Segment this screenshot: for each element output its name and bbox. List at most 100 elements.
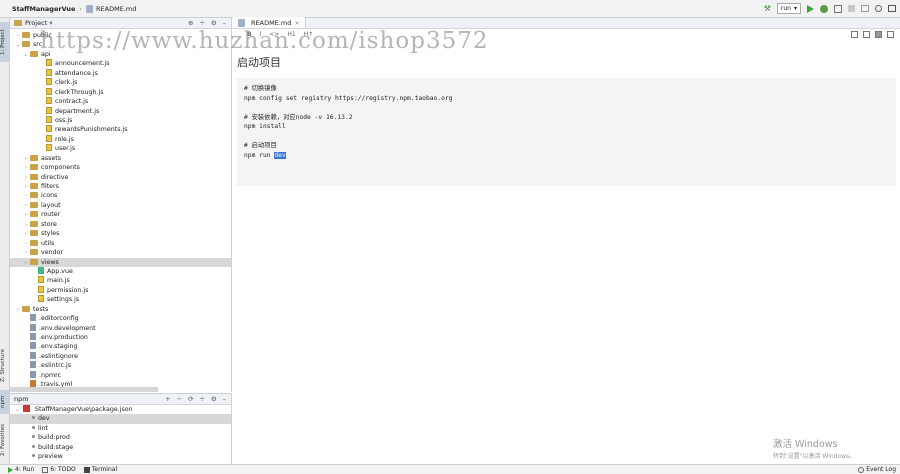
run-config-label: run xyxy=(780,5,791,12)
tree-file-row[interactable]: .env.staging xyxy=(10,342,231,351)
collapse-icon[interactable]: ÷ xyxy=(199,19,204,27)
tree-item-label: announcement.js xyxy=(55,60,110,68)
project-panel-title[interactable]: Project xyxy=(25,19,47,27)
tree-file-row[interactable]: user.js xyxy=(10,144,231,153)
run-tool-button[interactable]: 4: Run xyxy=(8,466,34,473)
event-log-label: Event Log xyxy=(866,466,896,473)
gear-icon[interactable]: ⚙ xyxy=(211,395,217,403)
sync-scroll-icon[interactable] xyxy=(887,31,894,38)
tree-file-row[interactable]: .eslintrc.js xyxy=(10,361,231,370)
add-icon[interactable]: + xyxy=(165,395,170,403)
breadcrumb-separator: › xyxy=(79,4,83,13)
npm-package-label: StaffManagerVue\package.json xyxy=(35,406,133,413)
locate-icon[interactable]: ⊕ xyxy=(188,19,193,27)
cfg-file-icon xyxy=(30,323,36,331)
tree-file-row[interactable]: permission.js xyxy=(10,285,231,295)
favorites-tool-tab[interactable]: 2: Favorites xyxy=(0,418,10,462)
tree-item-label: .env.development xyxy=(39,324,96,332)
script-bullet-icon xyxy=(32,425,35,429)
split-view-icon[interactable] xyxy=(863,31,870,38)
gear-icon[interactable]: ⚙ xyxy=(211,19,217,27)
tree-file-row[interactable]: oss.js xyxy=(10,115,231,125)
npm-script-row[interactable]: lint xyxy=(10,424,231,433)
breadcrumb-file[interactable]: README.md xyxy=(96,5,136,13)
tree-folder-row[interactable]: › vendor xyxy=(10,248,231,257)
tree-folder-row[interactable]: › filters xyxy=(10,182,231,191)
tree-folder-row[interactable]: › directive xyxy=(10,173,231,182)
tree-file-row[interactable]: settings.js xyxy=(10,295,231,304)
run-icon[interactable] xyxy=(807,4,814,13)
bottom-tool-bar: 4: Run 6: TODO Terminal Event Log xyxy=(0,464,900,474)
tree-file-row[interactable]: App.vue xyxy=(10,266,231,276)
structure-tool-tab[interactable]: Z: Structure xyxy=(0,342,10,390)
tree-folder-row[interactable]: › icons xyxy=(10,191,231,200)
collapse-icon[interactable]: ÷ xyxy=(199,395,204,403)
tree-folder-row[interactable]: › layout xyxy=(10,201,231,210)
npm-script-row[interactable]: build:stage xyxy=(10,443,231,452)
selected-text[interactable]: dev xyxy=(274,151,286,159)
run-configuration-select[interactable]: run ▾ xyxy=(776,3,801,14)
tree-folder-row[interactable]: › components xyxy=(10,163,231,172)
horizontal-scrollbar[interactable] xyxy=(10,387,158,392)
tree-file-row[interactable]: clerkThrough.js xyxy=(10,87,231,97)
tree-file-row[interactable]: rewardsPunishments.js xyxy=(10,125,231,134)
tree-file-row[interactable]: announcement.js xyxy=(10,59,231,68)
npm-tool-tab[interactable]: npm xyxy=(0,390,10,414)
tree-folder-row[interactable]: › store xyxy=(10,220,231,229)
tree-file-row[interactable]: main.js xyxy=(10,276,231,285)
terminal-tool-button[interactable]: Terminal xyxy=(83,466,117,473)
tree-file-row[interactable]: .editorconfig xyxy=(10,314,231,323)
project-tool-tab[interactable]: 1: Project xyxy=(0,22,10,62)
tree-item-label: router xyxy=(41,211,61,219)
event-log-button[interactable]: Event Log xyxy=(858,466,896,473)
layout-icon[interactable] xyxy=(888,5,896,12)
debug-icon[interactable] xyxy=(820,4,828,13)
chevron-down-icon[interactable]: ▾ xyxy=(49,19,52,27)
tree-file-row[interactable]: .eslintignore xyxy=(10,351,231,361)
npm-script-row[interactable]: dev xyxy=(10,414,231,424)
npm-script-row[interactable]: build:prod xyxy=(10,433,231,442)
tree-file-row[interactable]: department.js xyxy=(10,106,231,116)
hide-icon[interactable]: – xyxy=(223,19,226,27)
tree-folder-row[interactable]: › assets xyxy=(10,154,231,163)
tree-file-row[interactable]: attendance.js xyxy=(10,68,231,78)
vcs-icon[interactable] xyxy=(861,5,869,12)
refresh-icon[interactable]: ⟳ xyxy=(188,395,193,403)
minus-icon[interactable]: − xyxy=(177,395,182,403)
build-hammer-icon[interactable]: ⚒ xyxy=(764,4,771,13)
tree-item-label: .env.production xyxy=(39,334,88,341)
tree-folder-row[interactable]: › styles xyxy=(10,229,231,238)
close-icon[interactable]: × xyxy=(294,19,299,27)
stop-icon[interactable] xyxy=(848,5,855,12)
tree-folder-row[interactable]: › tests xyxy=(10,305,231,314)
search-icon[interactable] xyxy=(875,5,882,12)
tree-folder-row[interactable]: › views xyxy=(10,257,231,267)
npm-script-row[interactable]: preview xyxy=(10,452,231,461)
tree-item-label: contract.js xyxy=(55,98,89,106)
folder-icon xyxy=(30,164,38,171)
tab-readme[interactable]: README.md × xyxy=(233,17,306,28)
tree-item-label: .npmrc xyxy=(39,371,62,379)
coverage-icon[interactable] xyxy=(834,4,842,13)
tree-file-row[interactable]: role.js xyxy=(10,134,231,144)
tree-file-row[interactable]: .npmrc xyxy=(10,370,231,380)
tree-file-row[interactable]: contract.js xyxy=(10,97,231,106)
editor-only-icon[interactable] xyxy=(851,31,858,38)
hide-icon[interactable]: – xyxy=(223,395,226,403)
tree-file-row[interactable]: clerk.js xyxy=(10,78,231,87)
tree-folder-row[interactable]: › router xyxy=(10,210,231,219)
preview-only-icon[interactable] xyxy=(875,31,882,38)
js-file-icon xyxy=(38,276,44,284)
tree-file-row[interactable]: .env.production xyxy=(10,333,231,342)
cfg-file-icon xyxy=(30,342,36,350)
tree-file-row[interactable]: .env.development xyxy=(10,323,231,333)
todo-tool-button[interactable]: 6: TODO xyxy=(42,466,76,473)
code-line: # 安装依赖，对应node -v 16.13.2 xyxy=(244,113,353,121)
tree-folder-row[interactable]: › utils xyxy=(10,239,231,248)
breadcrumb-project[interactable]: StaffManagerVue xyxy=(0,5,75,13)
tree-item-label: layout xyxy=(41,201,61,209)
npm-package-row[interactable]: ⌄ StaffManagerVue\package.json xyxy=(10,405,231,414)
npm-panel: npm + − ⟳ ÷ ⚙ – ⌄ StaffManagerVue\packag… xyxy=(10,393,232,464)
npm-script-list: dev lint build:prod build:stage preview xyxy=(10,414,231,461)
